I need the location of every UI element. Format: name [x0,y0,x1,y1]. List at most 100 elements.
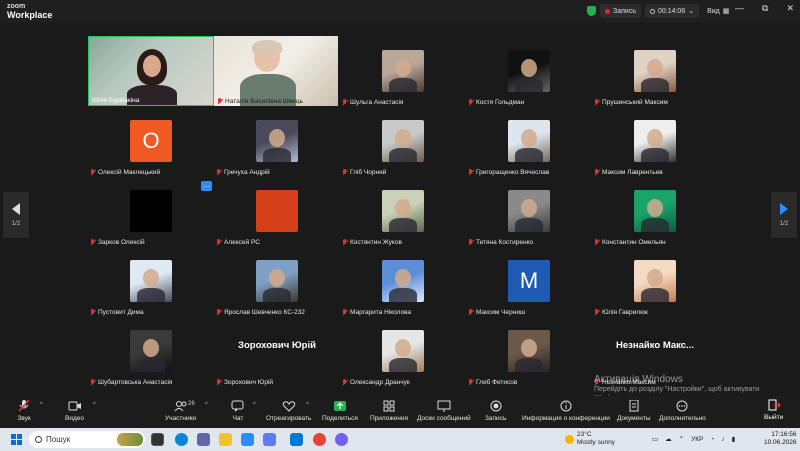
windows-taskbar: Пошук 23°C Mostly sunny ▭ ☁ ⌃ УКР ◔ ♪ ▮ … [0,428,800,451]
page-indicator-right: 1/2 [779,221,789,227]
participant-tile[interactable]: Олександр Дранчук [340,316,466,386]
more-button[interactable]: Дополнительно [659,400,706,422]
viber-icon[interactable] [335,433,348,446]
video-tile-name: Юлія Бурмакіна [92,97,140,104]
mic-muted-icon [468,309,474,316]
documents-button[interactable]: Документы [617,400,651,422]
meeting-info-button[interactable]: Информация о конференции [522,400,610,422]
meeting-timer[interactable]: 00:14:06 ⌄ [644,4,700,18]
participant-tile[interactable]: O Олексій Маклецький [88,106,214,176]
participant-tile[interactable]: Константин Омельян [592,176,718,246]
avatar-body [515,78,543,92]
close-window-button[interactable]: ✕ [786,3,794,14]
share-button[interactable]: Поделиться [322,400,358,422]
participant-tile[interactable]: Алексей РС [214,176,340,246]
record-button[interactable]: Запись [485,400,506,422]
mic-muted-icon [90,379,96,386]
avatar-figure [521,339,537,357]
search-highlight-icon[interactable] [117,433,143,446]
participant-name-bar: Костянтин Жуков [342,239,402,246]
battery-icon[interactable]: ▮ [732,435,736,443]
react-options-caret[interactable]: ^ [306,402,309,408]
participant-tile[interactable]: Костя Гольдман [466,36,592,106]
volume-icon[interactable]: ♪ [721,436,724,443]
task-view-icon[interactable] [151,433,164,446]
participant-tile[interactable]: Маргарита Ніколова [340,246,466,316]
participant-tile[interactable]: M Максим Черниш [466,246,592,316]
mail-icon[interactable] [290,433,303,446]
participant-tile[interactable]: Гліб Чорний [340,106,466,176]
maximize-button[interactable]: ⧉ [762,3,768,14]
participant-avatar-photo [382,260,424,302]
view-button[interactable]: Вид ▦ [703,4,733,18]
participant-tile[interactable]: Зарков Олексій [88,176,214,246]
participant-tile[interactable]: Максим Лаврентьев [592,106,718,176]
audio-button[interactable]: Звук [17,400,31,422]
chat-button[interactable]: Чат [231,400,245,422]
onedrive-icon[interactable]: ☁ [665,435,672,443]
audio-options-caret[interactable]: ^ [40,402,43,408]
participant-tile[interactable]: Зорохович Юрій Зорохович Юрій [214,316,340,386]
whiteboards-button[interactable]: Доски сообщений [417,400,471,422]
wifi-icon[interactable]: ◔ [710,436,714,443]
participant-tile[interactable]: Юлія Гаврилюк [592,246,718,316]
participants-options-caret[interactable]: ^ [205,402,208,408]
avatar-figure [395,59,411,77]
participant-tile[interactable]: Тетяна Костиренко [466,176,592,246]
minimize-button[interactable]: — [735,3,744,14]
participant-name: Константин Омельян [602,239,666,246]
windows-start-icon[interactable] [11,434,22,445]
arrow-left-icon [12,203,20,215]
recording-indicator[interactable]: Запись [600,4,641,18]
avatar-figure [521,199,537,217]
prev-page-button[interactable]: 1/2 [3,192,29,238]
next-page-button[interactable]: 1/2 [771,192,797,238]
chat-bubble-icon[interactable]: … [201,181,212,191]
info-icon [560,400,572,412]
video-button[interactable]: Видео [65,400,84,422]
chat-tray-icon[interactable]: ▭ [652,435,658,443]
participant-tile[interactable]: Ярослав Шевченко КС-232 [214,246,340,316]
tray-overflow-icon[interactable]: ⌃ [679,435,684,443]
react-button[interactable]: Отреагировать [266,400,311,422]
mic-muted-icon [216,309,222,316]
language-indicator[interactable]: УКР [691,436,703,443]
participant-tile[interactable]: Шубартовська Анастасія [88,316,214,386]
edge-browser-icon[interactable] [175,433,188,446]
apps-button[interactable]: Приложения [370,400,408,422]
recording-label: Запись [613,7,636,15]
video-tile-second[interactable]: Наталія Василівна Швець [214,36,338,106]
teams-icon[interactable] [197,433,210,446]
avatar-body [137,288,165,302]
participant-name-bar: Ярослав Шевченко КС-232 [216,309,305,316]
participant-tile[interactable]: Пустовит Дима [88,246,214,316]
avatar-figure [143,339,159,357]
participant-tile[interactable]: Григоращенко Вячеслав [466,106,592,176]
file-explorer-icon[interactable] [219,433,232,446]
document-icon [629,400,639,412]
leave-button[interactable]: Выйти [764,399,783,421]
store-icon[interactable] [263,433,276,446]
avatar-body [641,288,669,302]
chrome-icon[interactable] [313,433,326,446]
taskbar-clock[interactable]: 17:16:56 10.06.2026 [764,431,797,447]
participant-avatar-photo [382,120,424,162]
participants-count: 26 [188,401,195,407]
weather-widget[interactable]: 23°C Mostly sunny [565,431,615,447]
arrow-right-icon [780,203,788,215]
participant-tile[interactable]: Глеб Фетисов [466,316,592,386]
participant-hair [252,40,282,54]
encryption-shield-icon[interactable] [587,6,596,16]
avatar-body [389,288,417,302]
participant-tile[interactable]: Шульга Анастасія [340,36,466,106]
participant-name-bar: Зорохович Юрій [216,379,273,386]
participant-tile[interactable]: Костянтин Жуков [340,176,466,246]
video-tile-active-speaker[interactable]: Юлія Бурмакіна [88,36,214,106]
participant-tile[interactable]: Гречуха Андрій [214,106,340,176]
zoom-taskbar-icon[interactable] [241,433,254,446]
chat-options-caret[interactable]: ^ [253,402,256,408]
participant-name-bar: Юлія Гаврилюк [594,309,648,316]
participant-face [143,55,161,77]
participant-tile[interactable]: Прушинський Максим [592,36,718,106]
video-options-caret[interactable]: ^ [93,402,96,408]
